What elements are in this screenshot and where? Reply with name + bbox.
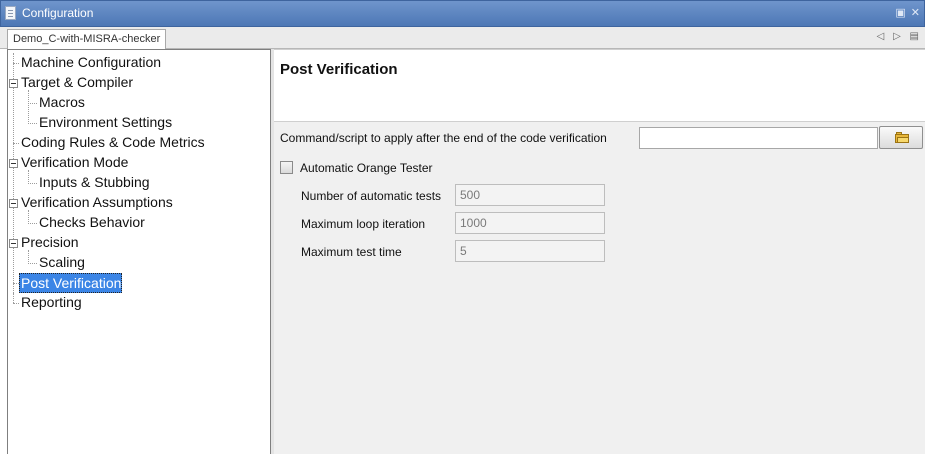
tree-item-verification-mode[interactable]: Verification Mode [19,153,128,173]
tree-item-scaling[interactable]: Scaling [37,253,85,273]
window-controls: ▣ ✕ [893,6,920,19]
tree-item-environment-settings[interactable]: Environment Settings [37,113,172,133]
browse-button[interactable] [879,126,923,149]
page-header: Post Verification [274,49,925,122]
collapse-icon[interactable] [9,199,18,208]
settings-panel: Post Verification Command/script to appl… [274,49,925,454]
tab-list-icon[interactable]: ▤ [910,31,919,42]
test-time-field[interactable]: 5 [455,240,605,262]
command-script-input[interactable] [639,127,878,149]
tree-item-verification-assumptions[interactable]: Verification Assumptions [19,193,173,213]
window-title: Configuration [22,6,94,20]
loop-iteration-field[interactable]: 1000 [455,212,605,234]
document-icon [5,6,16,20]
tree-guide [28,183,37,184]
tree-guide [13,53,14,293]
tree-guide [28,123,37,124]
tree-item-precision[interactable]: Precision [19,233,79,253]
tree-guide [28,223,37,224]
tree-guide [28,263,37,264]
maximize-icon[interactable]: ▣ [895,7,905,19]
tree-item-reporting[interactable]: Reporting [19,293,82,313]
window-titlebar: Configuration ▣ ✕ [0,0,925,27]
tab-next-icon[interactable]: ▷ [893,31,901,42]
tree-guide [28,90,29,124]
tree-item-inputs-stubbing[interactable]: Inputs & Stubbing [37,173,150,193]
orange-tester-label[interactable]: Automatic Orange Tester [300,161,433,175]
tab-prev-icon[interactable]: ◁ [877,31,885,42]
collapse-icon[interactable] [9,239,18,248]
tab-project[interactable]: Demo_C-with-MISRA-checker [7,29,167,49]
automatic-tests-label: Number of automatic tests [301,189,442,203]
collapse-icon[interactable] [9,159,18,168]
orange-tester-checkbox[interactable] [280,161,293,174]
project-tab-bar: Demo_C-with-MISRA-checker ◁ ▷ ▤ [0,27,925,49]
automatic-tests-field[interactable]: 500 [455,184,605,206]
configuration-tree: Machine Configuration Target & Compiler … [7,49,271,454]
tree-item-post-verification[interactable]: Post Verification [19,273,123,293]
page-title: Post Verification [280,61,398,78]
tab-navigation: ◁ ▷ ▤ [871,31,919,42]
tree-item-coding-rules[interactable]: Coding Rules & Code Metrics [19,133,205,153]
test-time-label: Maximum test time [301,245,402,259]
tree-guide [13,293,14,303]
command-script-label: Command/script to apply after the end of… [280,131,607,145]
collapse-icon[interactable] [9,79,18,88]
tree-item-machine-configuration[interactable]: Machine Configuration [19,53,161,73]
tree-item-macros[interactable]: Macros [37,93,85,113]
folder-icon [895,132,909,143]
tree-item-target-compiler[interactable]: Target & Compiler [19,73,133,93]
tree-guide [28,103,37,104]
loop-iteration-label: Maximum loop iteration [301,217,426,231]
tree-item-checks-behavior[interactable]: Checks Behavior [37,213,145,233]
close-icon[interactable]: ✕ [911,7,920,19]
